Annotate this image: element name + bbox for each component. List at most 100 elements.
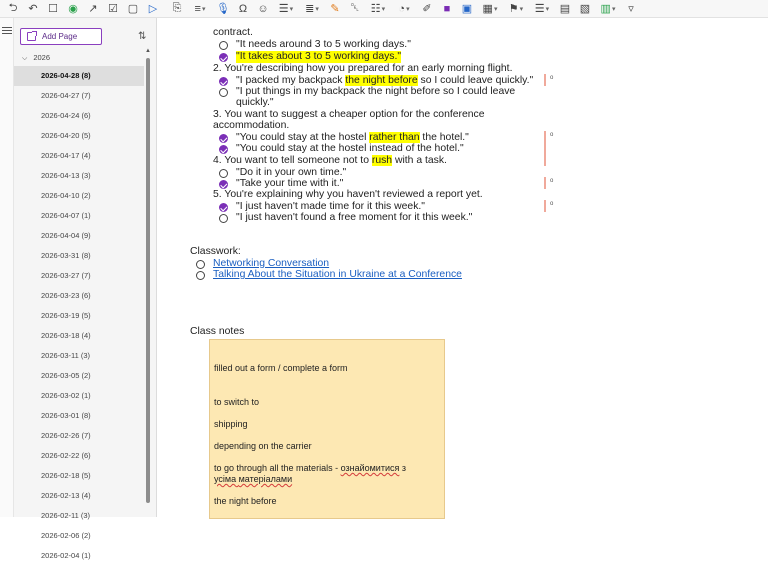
question-4: 4. You want to tell someone not to rush … (213, 155, 447, 167)
q2-option-b-cont: quickly." (236, 97, 274, 108)
page-list-item[interactable]: 2026-02-26 (7) (14, 426, 144, 446)
clip-icon[interactable]: ⎘ (168, 1, 186, 17)
pen-icon[interactable]: ✐ (418, 1, 436, 17)
delete-icon[interactable]: ␡ (346, 1, 364, 17)
page-list-item[interactable]: 2026-03-18 (4) (14, 326, 144, 346)
onenote-icon[interactable]: ■ (438, 1, 456, 17)
class-notes-box[interactable]: filled out a form / complete a form to s… (209, 339, 445, 519)
page-list-item[interactable]: 2026-03-01 (8) (14, 406, 144, 426)
omega-icon[interactable]: Ω (234, 1, 252, 17)
checkbox-link-2[interactable] (196, 271, 205, 280)
page-list-item[interactable]: 2026-04-04 (9) (14, 226, 144, 246)
page-list-item[interactable]: 2026-04-20 (5) (14, 126, 144, 146)
page-list-item[interactable]: 2026-02-11 (3) (14, 506, 144, 526)
page-list-item[interactable]: 2026-04-10 (2) (14, 186, 144, 206)
audio-marker-bar[interactable] (544, 200, 546, 212)
page-list-item[interactable]: 2026-04-27 (7) (14, 86, 144, 106)
highlighter-icon[interactable]: ✎ (326, 1, 344, 17)
note-icon[interactable]: ☷ ▾ (366, 1, 390, 17)
share-icon[interactable]: ▣ (458, 1, 476, 17)
note-text-end: з (399, 463, 406, 473)
section-group-header[interactable]: ⌵ 2026 (22, 53, 50, 63)
checkbox-q5-a[interactable] (219, 203, 228, 212)
audio-marker-label[interactable]: o (550, 75, 553, 81)
paragraph-icon[interactable]: ≡ ▾ (188, 1, 212, 17)
q4-text-end: with a task. (392, 155, 447, 166)
page-list-item[interactable]: 2026-03-27 (7) (14, 266, 144, 286)
checkbox-q4-a[interactable] (219, 169, 228, 178)
page-list-item[interactable]: 2026-03-02 (1) (14, 386, 144, 406)
checkbox-q5-b[interactable] (219, 214, 228, 223)
checkbox-q3-a[interactable] (219, 134, 228, 143)
dropdown-icon[interactable]: ▿ (622, 1, 640, 17)
sticky-icon[interactable]: ▧ (576, 1, 594, 17)
checkbox-q2-a[interactable] (219, 77, 228, 86)
page-list-item[interactable]: 2026-03-11 (3) (14, 346, 144, 366)
page-list-item[interactable]: 2026-04-17 (4) (14, 146, 144, 166)
scroll-thumb[interactable] (146, 58, 150, 503)
audio-marker-bar[interactable] (544, 177, 546, 189)
audio-marker-label[interactable]: o (550, 132, 553, 138)
audio-marker-label[interactable]: o (550, 178, 553, 184)
hamburger-icon[interactable] (2, 27, 12, 35)
page-list-item[interactable]: 2026-02-22 (6) (14, 446, 144, 466)
page-icon[interactable]: ☐ (44, 1, 62, 17)
q2-a-text: "I packed my backpack (236, 75, 346, 86)
checkbox-q2-b[interactable] (219, 88, 228, 97)
note-canvas[interactable]: contract. "It needs around 3 to 5 workin… (157, 18, 768, 519)
page-list-item[interactable]: 2026-04-24 (6) (14, 106, 144, 126)
q3-a-text-end: the hotel." (419, 132, 469, 143)
link-icon[interactable]: ⚑ ▾ (504, 1, 528, 17)
audio-marker-label[interactable]: o (550, 201, 553, 207)
page-list-item[interactable]: 2026-02-13 (4) (14, 486, 144, 506)
scroll-up-icon[interactable]: ▲ (145, 48, 151, 54)
page-list-item[interactable]: 2026-04-28 (8) (14, 66, 144, 86)
page-list-item[interactable]: 2026-02-18 (5) (14, 466, 144, 486)
page-list-scrollbar[interactable]: ▲ (145, 48, 151, 508)
insert-icon[interactable]: ☰ ▾ (274, 1, 298, 17)
page-list-item[interactable]: 2026-03-05 (2) (14, 366, 144, 386)
page-list-item[interactable]: 2026-03-31 (8) (14, 246, 144, 266)
checkbox-link-1[interactable] (196, 260, 205, 269)
tag-color-icon[interactable]: ◔ ▾ (392, 1, 416, 17)
checkbox-q1-a[interactable] (219, 41, 228, 50)
audio-marker-bar[interactable] (544, 74, 546, 86)
note-text: to go through all the materials - (214, 463, 341, 473)
layout-icon[interactable]: ▥ ▾ (596, 1, 620, 17)
checkbox-q3-b[interactable] (219, 145, 228, 154)
checkbox-q1-b[interactable] (219, 53, 228, 62)
page-list-item[interactable]: 2026-04-13 (3) (14, 166, 144, 186)
checkbox-q4-b[interactable] (219, 180, 228, 189)
pin-icon[interactable]: ↗ (84, 1, 102, 17)
page-list-item[interactable]: 2026-02-04 (1) (14, 546, 144, 566)
q1-option-b: "It takes about 3 to 5 working days." (236, 51, 402, 63)
link-ukraine-conference[interactable]: Talking About the Situation in Ukraine a… (213, 269, 462, 281)
square-icon[interactable]: ▢ (124, 1, 142, 17)
audio-marker-bar[interactable] (544, 131, 546, 166)
cut-line: contract. (213, 27, 253, 38)
more-icon[interactable]: ☰ ▾ (530, 1, 554, 17)
add-page-label: Add Page (42, 32, 78, 41)
tag-icon[interactable]: ☑ (104, 1, 122, 17)
sort-icon[interactable]: ⇅ (138, 31, 146, 42)
format-icon[interactable]: ≣ ▾ (300, 1, 324, 17)
page-list-item[interactable]: 2026-03-23 (6) (14, 286, 144, 306)
table-icon[interactable]: ▦ ▾ (478, 1, 502, 17)
note-line: усіма матеріалами (214, 474, 292, 485)
undo-icon[interactable]: ↶ (24, 1, 42, 17)
add-page-button[interactable]: Add Page (20, 28, 102, 45)
mic-icon[interactable]: 🎙 (214, 1, 232, 17)
note-line: to switch to (214, 397, 260, 407)
play-icon[interactable]: ▷ (144, 1, 162, 17)
q2-option-b: "I put things in my backpack the night b… (236, 86, 516, 97)
page-list-item[interactable]: 2026-04-07 (1) (14, 206, 144, 226)
page-list-item[interactable]: 2026-03-19 (5) (14, 306, 144, 326)
note-line: shipping (214, 419, 248, 429)
note-misspelled: ознайомитися (340, 463, 400, 473)
back-icon[interactable]: ⮌ (4, 1, 22, 17)
page-list-item[interactable]: 2026-02-06 (2) (14, 526, 144, 546)
record-icon[interactable]: ◉ (64, 1, 82, 17)
note-misspelled: усіма (214, 474, 239, 484)
emoji-icon[interactable]: ☺ (254, 1, 272, 17)
view-icon[interactable]: ▤ (556, 1, 574, 17)
